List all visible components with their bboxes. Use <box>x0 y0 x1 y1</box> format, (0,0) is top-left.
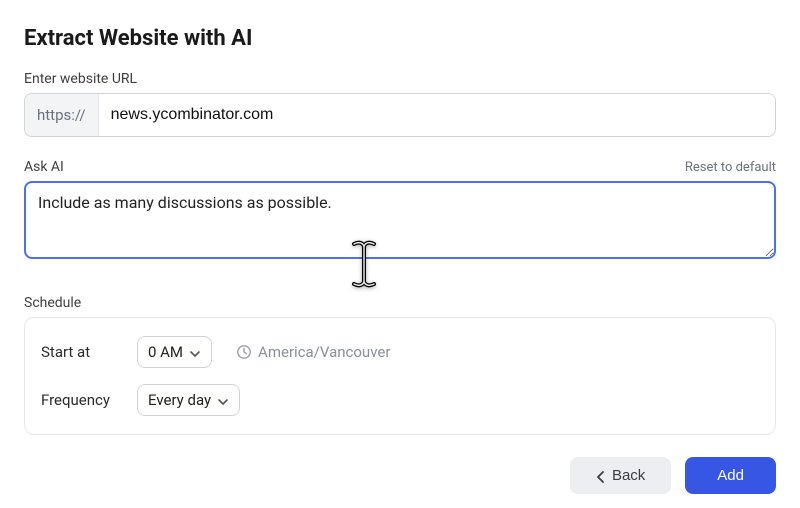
url-input-group: https:// <box>24 93 776 137</box>
start-time-value: 0 AM <box>148 343 183 361</box>
frequency-select[interactable]: Every day <box>137 384 240 416</box>
timezone-display: America/Vancouver <box>236 343 390 361</box>
chevron-down-icon <box>189 346 201 358</box>
reset-to-default-link[interactable]: Reset to default <box>685 160 776 175</box>
back-button-label: Back <box>612 467 645 484</box>
page-title: Extract Website with AI <box>24 26 776 51</box>
dialog-extract-website: Extract Website with AI Enter website UR… <box>0 0 800 508</box>
schedule-label: Schedule <box>24 295 776 311</box>
chevron-down-icon <box>217 394 229 406</box>
schedule-box: Start at 0 AM America/Vancouver Frequenc… <box>24 317 776 435</box>
back-button[interactable]: Back <box>570 457 671 494</box>
frequency-value: Every day <box>148 391 211 409</box>
ask-ai-textarea[interactable] <box>24 181 776 259</box>
url-prefix: https:// <box>25 94 99 136</box>
clock-icon <box>236 344 252 360</box>
add-button[interactable]: Add <box>685 457 776 494</box>
start-time-select[interactable]: 0 AM <box>137 336 212 368</box>
url-label: Enter website URL <box>24 71 776 87</box>
footer-buttons: Back Add <box>24 457 776 494</box>
add-button-label: Add <box>717 467 744 484</box>
url-input[interactable] <box>99 94 775 136</box>
ask-ai-label: Ask AI <box>24 159 64 175</box>
frequency-label: Frequency <box>41 391 119 409</box>
start-at-label: Start at <box>41 343 119 361</box>
chevron-left-icon <box>596 470 606 482</box>
timezone-text: America/Vancouver <box>258 343 390 361</box>
